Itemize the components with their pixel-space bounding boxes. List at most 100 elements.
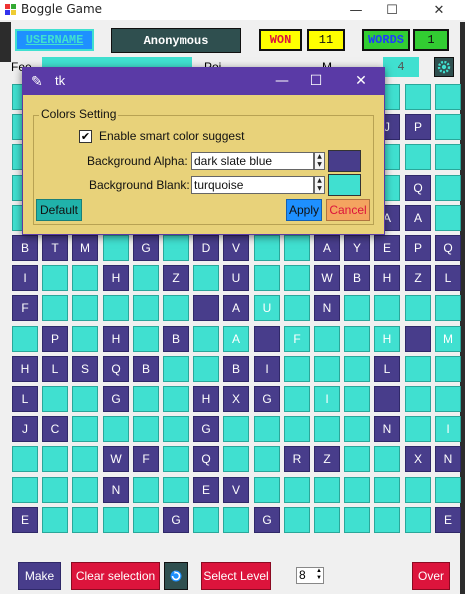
letter-tile[interactable] [72, 386, 98, 412]
letter-tile[interactable] [42, 386, 68, 412]
letter-tile[interactable] [374, 386, 400, 412]
letter-tile[interactable] [284, 295, 310, 321]
letter-tile[interactable] [12, 446, 38, 472]
letter-tile[interactable] [72, 326, 98, 352]
letter-tile[interactable] [405, 477, 431, 503]
letter-tile[interactable]: H [374, 326, 400, 352]
letter-tile[interactable]: G [254, 386, 280, 412]
letter-tile[interactable] [284, 416, 310, 442]
blank-input[interactable]: turquoise [191, 176, 314, 194]
letter-tile[interactable] [344, 446, 370, 472]
minimize-button[interactable]: — [338, 0, 374, 20]
letter-tile[interactable]: U [254, 295, 280, 321]
letter-tile[interactable]: F [284, 326, 310, 352]
letter-tile[interactable] [314, 356, 340, 382]
settings-button[interactable] [434, 57, 454, 77]
letter-tile[interactable] [42, 295, 68, 321]
dialog-close-button[interactable]: ✕ [344, 67, 378, 95]
letter-tile[interactable]: Q [193, 446, 219, 472]
letter-tile[interactable]: N [103, 477, 129, 503]
letter-tile[interactable] [163, 235, 189, 261]
letter-tile[interactable] [405, 356, 431, 382]
letter-tile[interactable] [193, 507, 219, 533]
letter-tile[interactable]: B [12, 235, 38, 261]
letter-tile[interactable]: G [163, 507, 189, 533]
letter-tile[interactable]: E [435, 507, 461, 533]
letter-tile[interactable] [405, 295, 431, 321]
letter-tile[interactable] [314, 477, 340, 503]
letter-tile[interactable]: L [435, 265, 461, 291]
letter-tile[interactable]: W [314, 265, 340, 291]
letter-tile[interactable] [344, 326, 370, 352]
letter-tile[interactable] [435, 295, 461, 321]
level-spinbox[interactable]: 8 ▲ ▼ [296, 567, 324, 584]
letter-tile[interactable] [163, 477, 189, 503]
letter-tile[interactable] [72, 265, 98, 291]
letter-tile[interactable]: W [103, 446, 129, 472]
letter-tile[interactable]: J [12, 416, 38, 442]
letter-tile[interactable] [435, 84, 461, 110]
letter-tile[interactable]: I [12, 265, 38, 291]
letter-tile[interactable] [72, 295, 98, 321]
letter-tile[interactable]: Q [435, 235, 461, 261]
letter-tile[interactable]: N [435, 446, 461, 472]
letter-tile[interactable] [254, 326, 280, 352]
letter-tile[interactable] [435, 205, 461, 231]
letter-tile[interactable] [284, 507, 310, 533]
alpha-color-swatch[interactable] [328, 150, 361, 172]
letter-tile[interactable]: Z [163, 265, 189, 291]
letter-tile[interactable] [435, 356, 461, 382]
letter-tile[interactable] [103, 295, 129, 321]
letter-tile[interactable] [284, 265, 310, 291]
letter-tile[interactable]: P [405, 235, 431, 261]
over-button[interactable]: Over [412, 562, 450, 590]
letter-tile[interactable] [223, 416, 249, 442]
letter-tile[interactable]: R [284, 446, 310, 472]
letter-tile[interactable]: G [133, 235, 159, 261]
letter-tile[interactable] [223, 507, 249, 533]
letter-tile[interactable] [193, 295, 219, 321]
letter-tile[interactable]: B [223, 356, 249, 382]
letter-tile[interactable] [133, 507, 159, 533]
letter-tile[interactable] [133, 326, 159, 352]
letter-tile[interactable] [12, 326, 38, 352]
letter-tile[interactable] [193, 326, 219, 352]
letter-tile[interactable] [374, 507, 400, 533]
letter-tile[interactable] [103, 507, 129, 533]
letter-tile[interactable] [42, 507, 68, 533]
letter-tile[interactable] [405, 326, 431, 352]
letter-tile[interactable] [42, 446, 68, 472]
letter-tile[interactable]: H [193, 386, 219, 412]
letter-tile[interactable] [254, 477, 280, 503]
letter-tile[interactable] [163, 356, 189, 382]
letter-tile[interactable]: T [42, 235, 68, 261]
letter-tile[interactable] [133, 295, 159, 321]
letter-tile[interactable] [405, 84, 431, 110]
letter-tile[interactable] [344, 295, 370, 321]
letter-tile[interactable] [42, 477, 68, 503]
letter-tile[interactable]: E [374, 235, 400, 261]
letter-tile[interactable]: M [72, 235, 98, 261]
letter-tile[interactable] [435, 175, 461, 201]
maximize-button[interactable]: ☐ [374, 0, 410, 20]
letter-tile[interactable] [284, 356, 310, 382]
letter-tile[interactable]: B [344, 265, 370, 291]
letter-tile[interactable]: V [223, 235, 249, 261]
alpha-spin-arrows[interactable]: ▲ ▼ [314, 152, 325, 170]
letter-tile[interactable]: I [435, 416, 461, 442]
letter-tile[interactable]: E [12, 507, 38, 533]
letter-tile[interactable]: P [405, 114, 431, 140]
clear-selection-button[interactable]: Clear selection [71, 562, 160, 590]
letter-tile[interactable] [72, 446, 98, 472]
letter-tile[interactable]: S [72, 356, 98, 382]
letter-tile[interactable] [193, 265, 219, 291]
smart-color-checkbox[interactable]: ✔ [79, 130, 92, 143]
letter-tile[interactable]: I [254, 356, 280, 382]
letter-tile[interactable] [12, 477, 38, 503]
letter-tile[interactable] [133, 265, 159, 291]
letter-tile[interactable] [72, 477, 98, 503]
blank-color-swatch[interactable] [328, 174, 361, 196]
letter-tile[interactable]: Z [314, 446, 340, 472]
letter-tile[interactable] [133, 477, 159, 503]
letter-tile[interactable]: A [405, 205, 431, 231]
